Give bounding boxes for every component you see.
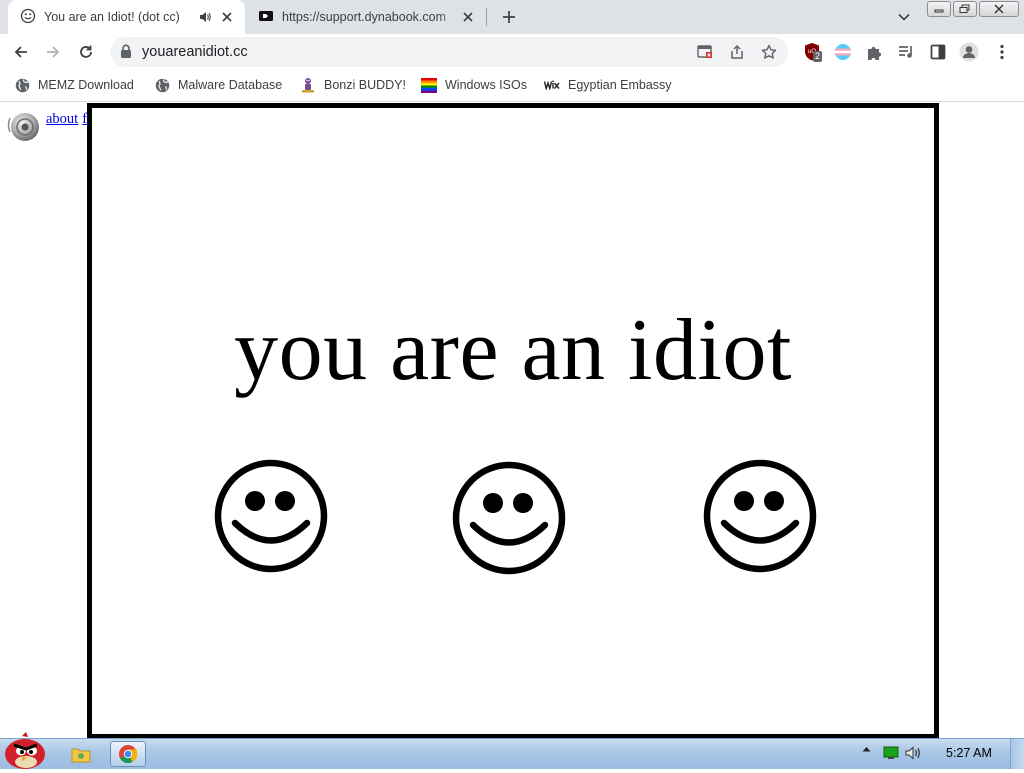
tab-search-button[interactable] bbox=[895, 8, 913, 26]
speaker-icon[interactable] bbox=[7, 108, 41, 142]
restore-button[interactable] bbox=[953, 1, 977, 17]
about-link[interactable]: about bbox=[46, 111, 78, 127]
share-icon[interactable] bbox=[728, 43, 746, 61]
minimize-button[interactable] bbox=[927, 1, 951, 17]
lock-icon[interactable] bbox=[120, 44, 132, 62]
idiot-frame[interactable]: you are an idiot bbox=[87, 103, 939, 738]
network-icon[interactable] bbox=[882, 746, 900, 760]
close-window-button[interactable] bbox=[979, 1, 1019, 17]
folder-icon bbox=[71, 748, 91, 763]
wix-icon bbox=[544, 77, 560, 93]
plus-icon bbox=[503, 11, 515, 23]
bonzi-icon bbox=[300, 77, 316, 93]
side-panel-icon[interactable] bbox=[928, 42, 948, 62]
bookmark-label: Egyptian Embassy bbox=[568, 78, 672, 92]
close-tab-icon[interactable] bbox=[460, 9, 476, 25]
reload-icon bbox=[80, 45, 92, 58]
tab-separator bbox=[486, 8, 487, 26]
bookmark-windows-isos[interactable]: Windows ISOs bbox=[421, 77, 527, 93]
restore-icon bbox=[959, 4, 970, 13]
file-explorer-button[interactable] bbox=[66, 741, 96, 767]
arrow-right-icon bbox=[47, 46, 60, 58]
speaker-icon[interactable] bbox=[197, 9, 213, 25]
ublock-extension-icon[interactable]: uO 2 bbox=[803, 42, 823, 62]
forward-button[interactable] bbox=[41, 40, 65, 64]
chrome-taskbar-button[interactable] bbox=[110, 741, 146, 767]
bookmarks-bar: MEMZ Download Malware Database Bonzi BUD… bbox=[0, 70, 1024, 102]
bookmark-bonzi-buddy[interactable]: Bonzi BUDDY! bbox=[300, 77, 406, 93]
tab-title: You are an Idiot! (dot cc) bbox=[44, 10, 180, 24]
extension-badge: 2 bbox=[813, 51, 823, 62]
smiley-face-icon bbox=[214, 459, 328, 573]
angry-bird-icon bbox=[5, 732, 45, 769]
start-button[interactable] bbox=[2, 732, 48, 770]
tab-you-are-an-idiot[interactable]: You are an Idiot! (dot cc) bbox=[8, 0, 245, 34]
tab-title: https://support.dynabook.com bbox=[282, 10, 446, 24]
window-controls bbox=[927, 1, 1021, 17]
bookmark-label: Malware Database bbox=[178, 78, 283, 92]
reload-button[interactable] bbox=[74, 40, 98, 64]
browser-toolbar: youareanidiot.cc uO 2 bbox=[0, 34, 1024, 70]
tray-expand-icon[interactable] bbox=[860, 746, 872, 752]
bookmark-malware-database[interactable]: Malware Database bbox=[154, 77, 282, 93]
puzzle-icon[interactable] bbox=[864, 42, 884, 62]
chrome-icon bbox=[119, 745, 137, 764]
url-text: youareanidiot.cc bbox=[142, 44, 248, 60]
new-tab-button[interactable] bbox=[497, 5, 521, 29]
star-icon[interactable] bbox=[760, 43, 778, 61]
taskbar-clock[interactable]: 5:27 AM bbox=[946, 746, 992, 760]
globe-icon bbox=[154, 77, 170, 93]
bookmark-egyptian-embassy[interactable]: Egyptian Embassy bbox=[544, 77, 672, 93]
globe-icon bbox=[14, 77, 30, 93]
address-bar[interactable]: youareanidiot.cc bbox=[110, 37, 788, 67]
tab-strip: You are an Idiot! (dot cc) https://suppo… bbox=[0, 0, 1024, 34]
page-content: aboutflash you are an idiot bbox=[0, 102, 1024, 738]
bookmark-label: MEMZ Download bbox=[38, 78, 134, 92]
smiley-icon bbox=[20, 8, 36, 27]
pride-flag-extension-icon[interactable] bbox=[833, 42, 853, 62]
back-button[interactable] bbox=[9, 40, 33, 64]
smiley-face-icon bbox=[452, 461, 566, 575]
arrow-left-icon bbox=[14, 46, 27, 58]
menu-kebab-icon[interactable] bbox=[992, 42, 1012, 62]
smiley-face-icon bbox=[703, 459, 817, 573]
tab-dynabook[interactable]: https://support.dynabook.com bbox=[250, 0, 486, 34]
show-desktop-button[interactable] bbox=[1010, 739, 1024, 769]
volume-icon[interactable] bbox=[904, 746, 924, 760]
dynabook-icon bbox=[258, 8, 274, 27]
bookmark-label: Bonzi BUDDY! bbox=[324, 78, 406, 92]
bookmark-memz-download[interactable]: MEMZ Download bbox=[14, 77, 134, 93]
rainbow-flag-icon bbox=[421, 77, 437, 93]
taskbar: 5:27 AM bbox=[0, 732, 1024, 769]
profile-avatar-icon[interactable] bbox=[959, 42, 979, 62]
chevron-down-icon bbox=[898, 13, 910, 21]
headline: you are an idiot bbox=[234, 302, 792, 399]
minimize-icon bbox=[934, 9, 944, 13]
bookmark-label: Windows ISOs bbox=[445, 78, 527, 92]
popup-blocked-icon[interactable] bbox=[696, 43, 714, 61]
close-tab-icon[interactable] bbox=[219, 9, 235, 25]
close-icon bbox=[994, 4, 1004, 14]
media-control-icon[interactable] bbox=[896, 42, 916, 62]
